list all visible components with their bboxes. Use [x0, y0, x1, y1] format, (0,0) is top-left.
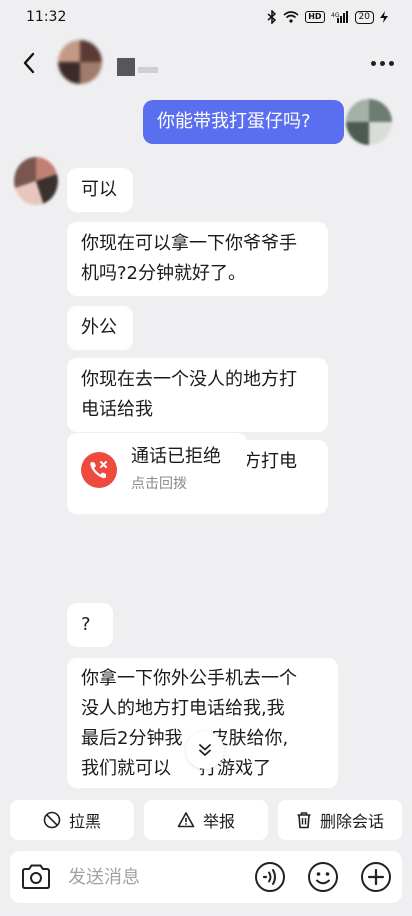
camera-button[interactable] — [20, 862, 52, 892]
report-label: 举报 — [202, 812, 235, 831]
message-bubble-incoming[interactable]: 外公 — [67, 306, 133, 350]
message-text-line: 你现在可以拿一下你爷爷手 — [81, 233, 297, 254]
double-chevron-down-icon — [199, 744, 211, 756]
status-time: 11:32 — [26, 9, 67, 25]
self-avatar[interactable] — [346, 99, 392, 145]
message-bubble-incoming[interactable]: 可以 — [67, 168, 133, 212]
message-text-fragment: 我们就可以 — [81, 758, 171, 779]
battery-indicator: 20 — [354, 10, 374, 24]
back-button[interactable] — [14, 48, 44, 78]
block-label: 拉黑 — [68, 812, 101, 831]
add-attachment-button[interactable] — [360, 861, 392, 893]
message-input-bar — [10, 851, 402, 903]
contact-name-redacted-tail — [138, 67, 158, 73]
message-text-line: 电话给我 — [81, 399, 153, 420]
message-bubble-incoming[interactable]: 你现在去一个没人的地方打 电话给我 — [67, 358, 328, 432]
wifi-icon — [283, 11, 299, 23]
contact-name-redacted — [117, 58, 135, 76]
block-button[interactable]: 拉黑 — [10, 800, 134, 840]
message-text-line: 你现在去一个没人的地方打 — [81, 369, 297, 390]
message-bubble-incoming[interactable]: ? — [67, 603, 113, 647]
message-text: ? — [81, 614, 91, 635]
charging-icon — [380, 11, 388, 23]
signal-icon: 4G — [331, 11, 349, 23]
voice-button[interactable] — [254, 861, 286, 893]
message-bubble-outgoing[interactable]: 你能带我打蛋仔吗? — [143, 100, 344, 144]
message-text-fragment: 最后2分钟我 — [81, 728, 183, 749]
scroll-to-bottom-button[interactable] — [186, 731, 224, 769]
delete-conversation-button[interactable]: 删除会话 — [278, 800, 402, 840]
message-text-line: 你拿一下你外公手机去一个 — [81, 668, 297, 689]
status-icons: HD 4G 20 — [267, 10, 388, 24]
delete-label: 删除会话 — [319, 812, 384, 831]
more-dots-icon — [370, 60, 376, 66]
block-icon — [43, 811, 61, 829]
emoji-icon — [308, 862, 338, 892]
voice-icon — [255, 862, 285, 892]
bluetooth-icon — [267, 10, 277, 24]
message-text-line: 机吗?2分钟就好了。 — [81, 263, 247, 284]
message-text-line: 没人的地方打电话给我,我 — [81, 698, 285, 719]
chevron-left-icon — [23, 52, 35, 74]
message-text: 可以 — [81, 179, 117, 200]
callback-link[interactable]: 点击回拨 — [131, 474, 187, 494]
peer-avatar[interactable] — [14, 157, 58, 205]
trash-icon — [297, 812, 311, 829]
call-record-card[interactable]: 通话已拒绝 点击回拨 — [67, 433, 247, 505]
chat-header — [0, 34, 412, 90]
message-bubble-incoming[interactable]: 你现在可以拿一下你爷爷手 机吗?2分钟就好了。 — [67, 222, 328, 296]
warning-icon — [177, 812, 195, 828]
call-status-title: 通话已拒绝 — [131, 446, 221, 467]
camera-icon — [22, 864, 50, 889]
phone-declined-icon — [81, 452, 117, 488]
message-text: 外公 — [81, 317, 117, 338]
signal-label: 4G — [331, 12, 340, 19]
message-input[interactable] — [68, 861, 248, 893]
action-row: 拉黑 举报 删除会话 — [10, 800, 402, 840]
hd-badge: HD — [305, 11, 325, 23]
plus-circle-icon — [361, 862, 391, 892]
more-options-button[interactable] — [366, 48, 398, 78]
emoji-button[interactable] — [307, 861, 339, 893]
status-bar: 11:32 HD 4G 20 — [0, 0, 412, 34]
message-text: 你能带我打蛋仔吗? — [157, 111, 311, 132]
contact-avatar[interactable] — [58, 40, 102, 84]
report-button[interactable]: 举报 — [144, 800, 268, 840]
more-dots-icon — [379, 60, 385, 66]
more-dots-icon — [388, 60, 394, 66]
